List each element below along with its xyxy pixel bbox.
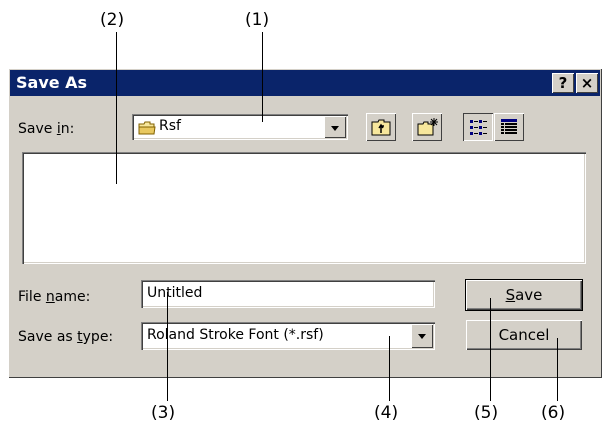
list-view-button[interactable] bbox=[463, 113, 493, 141]
details-view-icon bbox=[501, 119, 517, 134]
cancel-button[interactable]: Cancel bbox=[466, 320, 582, 350]
save-button[interactable]: Save bbox=[465, 279, 583, 311]
save-as-dialog: Save As ? × Save in: Rsf File name: Unti… bbox=[8, 68, 602, 378]
title-bar[interactable]: Save As ? × bbox=[10, 70, 600, 96]
save-in-label: Save in: bbox=[18, 121, 75, 137]
chevron-down-icon[interactable] bbox=[411, 324, 433, 348]
details-view-button[interactable] bbox=[494, 113, 524, 141]
close-button[interactable]: × bbox=[576, 73, 598, 93]
file-list[interactable] bbox=[22, 152, 586, 264]
callout-5-leader bbox=[490, 298, 491, 401]
callout-6: (6) bbox=[541, 403, 566, 423]
dialog-title: Save As bbox=[16, 73, 88, 92]
callout-1-leader bbox=[262, 32, 263, 122]
callout-3: (3) bbox=[151, 403, 176, 423]
file-name-value: Untitled bbox=[147, 285, 203, 301]
save-as-type-value: Roland Stroke Font (*.rsf) bbox=[147, 327, 324, 343]
save-in-dropdown[interactable]: Rsf bbox=[132, 114, 348, 140]
new-folder-icon bbox=[417, 118, 438, 136]
chevron-down-icon[interactable] bbox=[324, 116, 346, 138]
callout-5: (5) bbox=[474, 403, 499, 423]
folder-icon bbox=[138, 120, 156, 139]
callout-2: (2) bbox=[100, 10, 125, 30]
callout-4-leader bbox=[389, 336, 390, 401]
callout-6-leader bbox=[557, 338, 558, 401]
up-one-level-button[interactable] bbox=[366, 113, 396, 141]
save-in-value: Rsf bbox=[159, 118, 181, 134]
file-name-input[interactable]: Untitled bbox=[141, 280, 435, 308]
callout-1: (1) bbox=[245, 10, 270, 30]
save-as-type-dropdown[interactable]: Roland Stroke Font (*.rsf) bbox=[141, 322, 435, 350]
help-button[interactable]: ? bbox=[552, 73, 574, 93]
save-as-type-label: Save as type: bbox=[18, 329, 114, 345]
new-folder-button[interactable] bbox=[412, 113, 442, 141]
list-view-icon bbox=[470, 120, 487, 135]
callout-3-leader bbox=[167, 292, 168, 401]
up-one-level-icon bbox=[371, 119, 391, 136]
callout-2-leader bbox=[116, 32, 117, 184]
callout-4: (4) bbox=[374, 403, 399, 423]
file-name-label: File name: bbox=[18, 289, 91, 305]
